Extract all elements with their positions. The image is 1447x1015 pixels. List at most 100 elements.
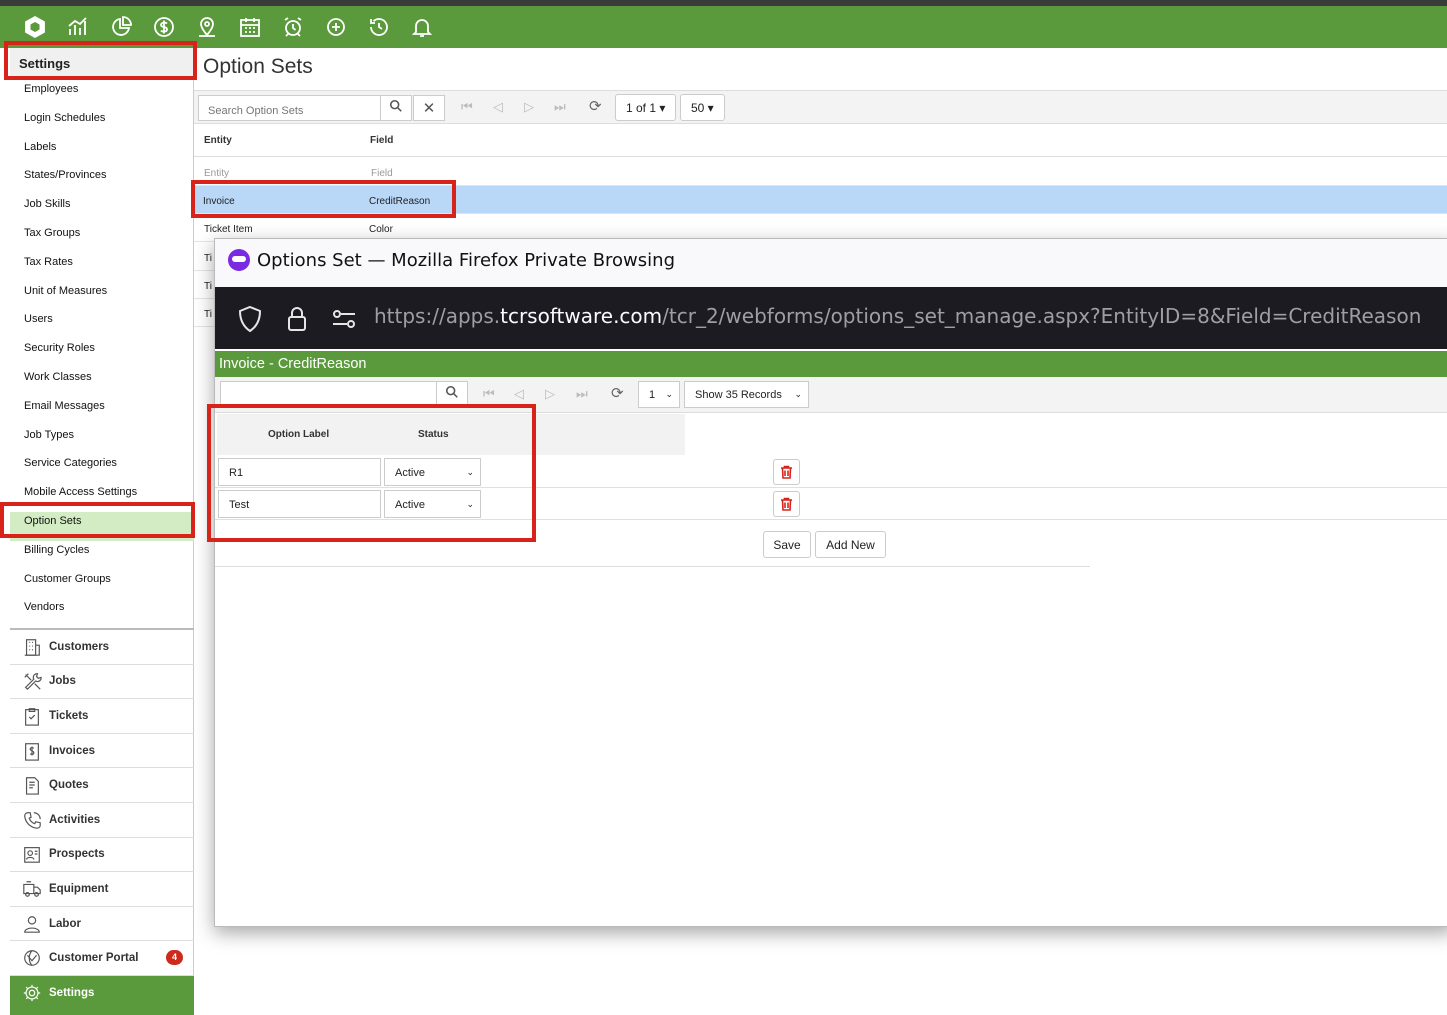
- module-customer-portal[interactable]: Customer Portal 4: [10, 941, 194, 976]
- phone-icon: [24, 811, 41, 829]
- module-customers[interactable]: Customers: [10, 630, 194, 665]
- module-label: Customer Portal: [49, 952, 139, 965]
- close-icon: ✕: [422, 100, 436, 117]
- last-page-icon[interactable]: ⏭: [554, 99, 566, 115]
- search-icon: [389, 99, 403, 117]
- permissions-icon[interactable]: [331, 309, 357, 334]
- url-path: /tcr_2/webforms/options_set_manage.aspx?…: [662, 304, 1422, 328]
- last-page-icon[interactable]: ⏭: [576, 386, 588, 402]
- module-label: Labor: [49, 917, 81, 930]
- delete-option-button[interactable]: [773, 459, 800, 485]
- row-entity: Ti: [204, 253, 212, 264]
- page-select-value: 1: [649, 389, 656, 401]
- invoice-dollar-icon: [25, 742, 39, 761]
- shield-icon[interactable]: [237, 305, 263, 338]
- module-label: Invoices: [49, 744, 96, 757]
- history-icon[interactable]: [366, 14, 392, 40]
- sidebar-item-email-messages[interactable]: Email Messages: [10, 397, 194, 426]
- sidebar-item-unit-of-measures[interactable]: Unit of Measures: [10, 282, 194, 311]
- module-settings[interactable]: Settings: [10, 975, 194, 1011]
- pie-icon[interactable]: [108, 14, 134, 40]
- module-jobs[interactable]: Jobs: [10, 665, 194, 700]
- sidebar-item-billing-cycles[interactable]: Billing Cycles: [10, 541, 194, 570]
- map-pin-icon[interactable]: [194, 14, 220, 40]
- trash-icon: [781, 497, 792, 511]
- sidebar-item-job-types[interactable]: Job Types: [10, 426, 194, 455]
- module-prospects[interactable]: Prospects: [10, 838, 194, 873]
- sidebar-item-states-provinces[interactable]: States/Provinces: [10, 166, 194, 195]
- highlight-invoice-row: [191, 180, 456, 218]
- search-icon: [445, 385, 459, 404]
- first-page-icon[interactable]: ⏮: [461, 99, 473, 115]
- bell-icon[interactable]: [409, 14, 435, 40]
- lock-icon[interactable]: [286, 305, 308, 338]
- sidebar-item-job-skills[interactable]: Job Skills: [10, 195, 194, 224]
- clear-search-button[interactable]: ✕: [413, 95, 445, 121]
- first-page-icon[interactable]: ⏮: [483, 386, 495, 402]
- person-icon: [24, 915, 40, 933]
- grid-header: Entity Field: [194, 125, 1447, 157]
- dollar-icon[interactable]: [151, 14, 177, 40]
- sidebar-item-work-classes[interactable]: Work Classes: [10, 368, 194, 397]
- next-page-icon[interactable]: ▷: [524, 99, 534, 115]
- records-select[interactable]: Show 35 Records ⌄: [684, 381, 809, 408]
- refresh-icon[interactable]: ⟳: [611, 384, 624, 402]
- sidebar-item-login-schedules[interactable]: Login Schedules: [10, 109, 194, 138]
- sidebar-item-tax-rates[interactable]: Tax Rates: [10, 253, 194, 282]
- popup-divider: [215, 566, 1090, 567]
- module-invoices[interactable]: Invoices: [10, 734, 194, 769]
- module-tickets[interactable]: Tickets: [10, 699, 194, 734]
- next-page-icon[interactable]: ▷: [545, 386, 555, 402]
- delete-option-button[interactable]: [773, 491, 800, 517]
- popup-title-bar: Options Set — Mozilla Firefox Private Br…: [215, 239, 1447, 287]
- sidebar-item-labels[interactable]: Labels: [10, 138, 194, 167]
- save-button[interactable]: Save: [763, 531, 811, 558]
- module-label: Jobs: [49, 675, 76, 688]
- popup-window: Options Set — Mozilla Firefox Private Br…: [214, 238, 1447, 927]
- sidebar-bottom-bar: [10, 1009, 194, 1015]
- sidebar-item-employees[interactable]: Employees: [10, 80, 194, 109]
- sidebar-item-customer-groups[interactable]: Customer Groups: [10, 570, 194, 599]
- building-icon: [24, 638, 40, 656]
- alarm-icon[interactable]: [280, 14, 306, 40]
- column-field[interactable]: Field: [370, 135, 393, 146]
- page-size-selector[interactable]: 50 ▾: [680, 94, 725, 121]
- url-text[interactable]: https://apps.tcrsoftware.com/tcr_2/webfo…: [374, 304, 1421, 328]
- sidebar-item-security-roles[interactable]: Security Roles: [10, 339, 194, 368]
- sidebar-item-users[interactable]: Users: [10, 310, 194, 339]
- row-entity: Ticket Item: [204, 224, 253, 235]
- url-bar: https://apps.tcrsoftware.com/tcr_2/webfo…: [215, 287, 1447, 349]
- module-quotes[interactable]: Quotes: [10, 768, 194, 803]
- module-menu: Customers Jobs Tickets Invoices Quotes Activi…: [10, 628, 194, 1011]
- sidebar-item-tax-groups[interactable]: Tax Groups: [10, 224, 194, 253]
- add-new-button[interactable]: Add New: [815, 531, 886, 558]
- gear-icon: [23, 985, 41, 1002]
- sidebar-item-service-categories[interactable]: Service Categories: [10, 454, 194, 483]
- sidebar-item-vendors[interactable]: Vendors: [10, 598, 194, 627]
- search-input[interactable]: [198, 95, 381, 121]
- module-label: Tickets: [49, 709, 89, 722]
- module-label: Activities: [49, 813, 101, 826]
- prev-page-icon[interactable]: ◁: [514, 386, 524, 402]
- module-equipment[interactable]: Equipment: [10, 872, 194, 907]
- entity-filter[interactable]: Entity: [204, 168, 229, 179]
- module-label: Customers: [49, 640, 110, 653]
- prev-page-icon[interactable]: ◁: [493, 99, 503, 115]
- plus-circle-icon[interactable]: [323, 14, 349, 40]
- field-filter[interactable]: Field: [371, 168, 393, 179]
- module-labor[interactable]: Labor: [10, 907, 194, 942]
- column-entity[interactable]: Entity: [204, 135, 232, 146]
- truck-icon: [23, 881, 41, 897]
- contact-card-icon: [24, 847, 40, 864]
- clipboard-icon: [25, 708, 39, 726]
- trash-icon: [781, 465, 792, 479]
- module-activities[interactable]: Activities: [10, 803, 194, 838]
- highlight-option-sets-item: [0, 502, 195, 538]
- chart-icon[interactable]: [65, 14, 91, 40]
- logo-hexagon-icon[interactable]: [22, 14, 48, 40]
- page-selector[interactable]: 1 of 1 ▾: [615, 94, 676, 121]
- search-button[interactable]: [380, 95, 412, 121]
- refresh-icon[interactable]: ⟳: [589, 97, 602, 115]
- popup-page-select[interactable]: 1 ⌄: [638, 381, 680, 408]
- calendar-icon[interactable]: [237, 14, 263, 40]
